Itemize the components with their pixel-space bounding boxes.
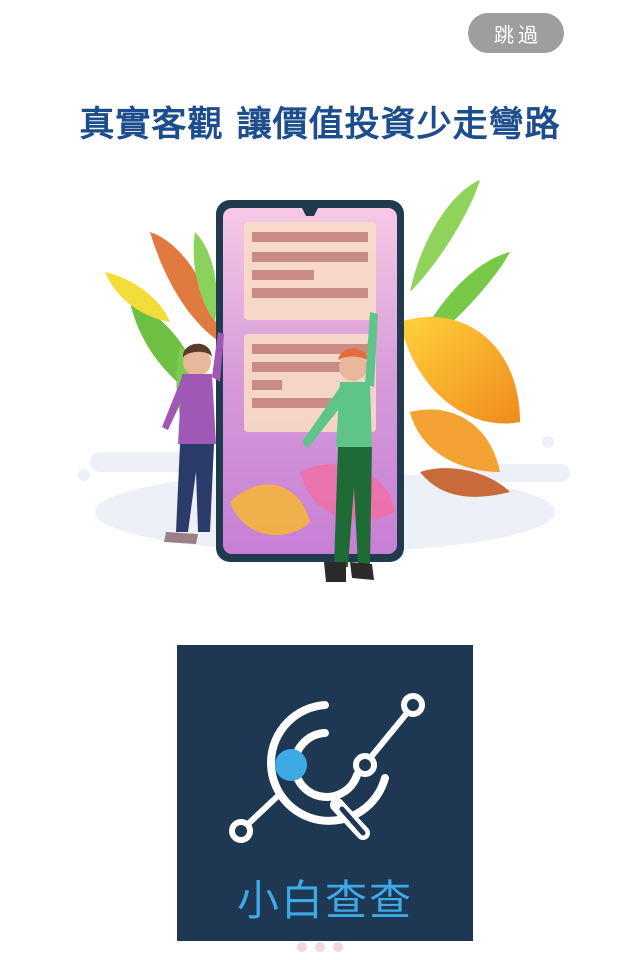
page-dot[interactable]: [315, 942, 325, 952]
leaf: [400, 316, 520, 424]
splash-screen: 跳過 真實客觀 讓價值投資少走彎路 小白查查: [0, 0, 640, 960]
phone-people-leaves-illustration: [78, 180, 570, 582]
magnifier-chart-icon: [229, 693, 425, 843]
headline: 真實客觀 讓價值投資少走彎路: [79, 105, 561, 145]
skip-button[interactable]: 跳過: [468, 13, 564, 53]
app-logo: 小白查查: [177, 645, 473, 941]
pagination-dots: [290, 942, 350, 954]
page-dot[interactable]: [297, 942, 307, 952]
app-name: 小白查查: [236, 876, 413, 925]
page-dot[interactable]: [333, 942, 343, 952]
